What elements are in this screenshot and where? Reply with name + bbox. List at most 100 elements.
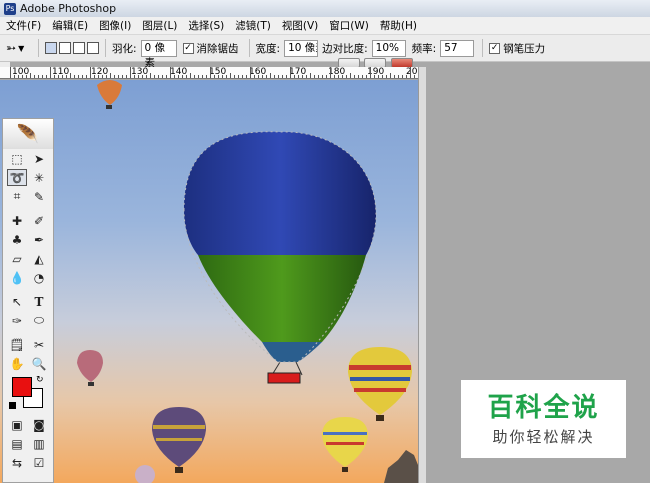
hand-icon[interactable]: ✋ [7,355,27,372]
ruler-tick [22,75,23,78]
notes-icon[interactable]: 🗒 [7,336,27,353]
balloon-small-top [97,80,122,109]
dodge-icon[interactable]: ◔ [29,269,49,286]
history-brush-icon[interactable]: ✒ [29,231,49,248]
width-label: 宽度: [255,42,281,55]
brush-icon[interactable]: ✐ [29,212,49,229]
watermark-logo: 百科全说 助你轻松解决 [461,380,626,458]
menu-select[interactable]: 选择(S) [188,18,224,33]
ruler-tick [94,75,95,78]
frequency-input[interactable]: 57 [440,39,475,57]
ruler-tick [118,75,119,78]
ruler-tick [290,67,291,78]
ruler-tick [358,75,359,78]
ruler-tick [178,75,179,78]
ruler-tick [174,75,175,78]
pen-icon[interactable]: ✑ [7,312,27,329]
screen-mode-icon[interactable]: ▤ [7,435,27,452]
menu-layer[interactable]: 图层(L) [142,18,177,33]
ruler-tick [142,75,143,78]
ruler-tick [250,67,251,78]
ruler-tick [370,67,371,78]
swap-colors-icon[interactable]: ↻ [36,375,44,385]
default-colors-icon[interactable] [9,402,16,409]
path-selection-icon[interactable]: ↖ [7,293,27,310]
ruler-tick [362,75,363,78]
edge-contrast-input[interactable]: 10% [371,39,406,57]
ruler-tick [90,67,91,78]
menu-window[interactable]: 窗口(W) [329,18,369,33]
feather-input[interactable]: 0 像素 [140,39,177,69]
ruler-tick [74,75,75,78]
magic-wand-icon[interactable]: ✳ [29,169,49,186]
ruler-tick [414,75,415,78]
ruler-tick [10,67,11,78]
magnetic-lasso-icon[interactable]: ➰ [7,169,27,186]
slice-icon[interactable]: ✎ [29,188,49,205]
ruler-tick [282,75,283,78]
ruler-tick [138,75,139,78]
healing-brush-icon[interactable]: ✚ [7,212,27,229]
shape-icon[interactable]: ⬭ [29,312,49,329]
ruler-tick [190,73,191,78]
intersect-selection-icon[interactable] [87,42,99,54]
imageready-icon[interactable]: ☑ [29,454,49,471]
horizontal-ruler: 100 110 120 130 140 150 160 170 180 190 … [0,67,418,79]
menu-filter[interactable]: 滤镜(T) [235,18,271,33]
eraser-icon[interactable]: ▱ [7,250,27,267]
ruler-tick [242,75,243,78]
ruler-tick [214,75,215,78]
marquee-icon[interactable]: ⬚ [7,150,27,167]
ruler-tick [162,75,163,78]
blur-icon[interactable]: 💧 [7,269,27,286]
menu-help[interactable]: 帮助(H) [380,18,417,33]
new-selection-icon[interactable] [45,42,57,54]
menu-file[interactable]: 文件(F) [6,18,41,33]
width-input[interactable]: 10 像素 [284,39,319,57]
crop-icon[interactable]: ⌗ [7,188,27,205]
ruler-tick [374,75,375,78]
fullscreen-mode-icon[interactable]: ▥ [29,435,49,452]
ruler-tick [210,67,211,78]
tool-preset-picker[interactable]: ➳ ▼ [6,39,32,57]
ruler-label: 20 [406,67,418,77]
add-selection-icon[interactable] [59,42,71,54]
subtract-selection-icon[interactable] [73,42,85,54]
image-canvas[interactable] [0,80,418,483]
ruler-tick [34,75,35,78]
ps-icon: Ps [4,2,16,15]
ruler-tick [254,75,255,78]
ruler-tick [330,67,331,78]
menu-edit[interactable]: 编辑(E) [52,18,88,33]
eyedropper-icon[interactable]: ✂ [29,336,49,353]
ruler-tick [198,75,199,78]
zoom-icon[interactable]: 🔍 [29,355,49,372]
quickmask-mode-icon[interactable]: ◙ [29,416,49,433]
clone-stamp-icon[interactable]: ♣ [7,231,27,248]
pen-pressure-checkbox[interactable]: ✓ [489,42,501,54]
ruler-tick [146,75,147,78]
antialias-checkbox[interactable]: ✓ [182,42,194,54]
edge-contrast-label: 边对比度: [322,42,368,55]
ruler-tick [386,75,387,78]
selection-mode-group [45,42,99,54]
ruler-tick [58,75,59,78]
divider [248,39,250,57]
menu-view[interactable]: 视图(V) [282,18,318,33]
type-icon[interactable]: T [29,293,49,310]
move-icon[interactable]: ➤ [29,150,49,167]
ruler-tick [42,75,43,78]
jump-to-imageready-icon[interactable]: ⇆ [7,454,27,471]
ruler-tick [398,75,399,78]
ruler-tick [38,75,39,78]
ruler-tick [230,73,231,78]
canvas-scroll-edge[interactable] [418,67,426,483]
ruler-tick [314,75,315,78]
paint-bucket-icon[interactable]: ◭ [29,250,49,267]
standard-mode-icon[interactable]: ▣ [7,416,27,433]
ruler-tick [298,75,299,78]
menu-image[interactable]: 图像(I) [99,18,131,33]
chevron-down-icon: ▼ [18,43,25,53]
ruler-tick [166,75,167,78]
foreground-color-swatch[interactable] [12,377,32,397]
